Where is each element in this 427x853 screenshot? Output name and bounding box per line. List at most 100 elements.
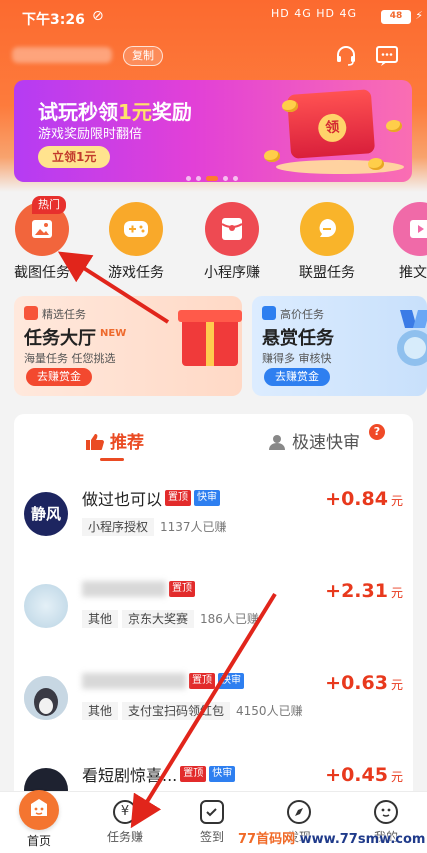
- tab-task-earn[interactable]: ¥ 任务赚: [90, 796, 160, 845]
- task-row[interactable]: 置顶 其他 京东大奖赛 186人已赚 +2.31 元: [14, 564, 413, 652]
- task-name: 置顶: [82, 578, 195, 598]
- play-icon: [393, 202, 427, 256]
- task-name: 看短剧惊喜... 置顶 快审: [82, 762, 236, 786]
- gamepad-icon: [109, 202, 163, 256]
- coin-decoration: [282, 100, 298, 112]
- chat-bubble-icon: [300, 202, 354, 256]
- envelope-seal: 领: [317, 112, 348, 143]
- task-reward: +0.84 元: [325, 488, 403, 510]
- pagination-dot: [196, 176, 201, 181]
- category-label: 游戏任务: [108, 265, 164, 281]
- pagination-dot: [186, 176, 191, 181]
- pagination-dot-active: [206, 176, 218, 181]
- pinned-badge: 置顶: [180, 766, 207, 782]
- earn-reward-button[interactable]: 去赚赏金: [26, 368, 92, 386]
- pagination-dot: [223, 176, 228, 181]
- banner-stage-decoration: [276, 160, 404, 174]
- avatar: [24, 584, 68, 628]
- status-time: 下午3:26: [22, 12, 85, 28]
- category-label: 推文任: [399, 265, 427, 281]
- task-reward: +2.31 元: [325, 580, 403, 602]
- tab-label: 首页: [26, 834, 51, 848]
- category-nav: 热门 截图任务 游戏任务 小程序赚 联盟任务 推文任: [0, 196, 427, 288]
- help-icon[interactable]: ?: [369, 424, 385, 440]
- medal-illustration: [397, 310, 427, 366]
- copy-button[interactable]: 复制: [123, 46, 163, 66]
- category-alliance-task[interactable]: 联盟任务: [287, 198, 367, 282]
- blurred-task-name: [82, 672, 186, 689]
- category-label: 小程序赚: [204, 265, 260, 281]
- banner-title: 试玩秒领1元奖励: [38, 100, 192, 124]
- fast-review-badge: 快审: [218, 672, 244, 689]
- task-tag: 支付宝扫码领红包: [122, 702, 231, 720]
- category-label: 联盟任务: [299, 265, 355, 281]
- earn-reward-button[interactable]: 去赚赏金: [264, 368, 330, 386]
- user-id-blurred: [12, 47, 112, 63]
- user-icon: [269, 435, 285, 450]
- task-category: 小程序授权: [82, 518, 155, 536]
- task-meta: 其他 支付宝扫码领红包 4150人已赚: [82, 702, 303, 720]
- tab-recommend[interactable]: 推荐: [86, 428, 144, 453]
- watermark: 77首码网 www.77smw.com: [238, 832, 426, 847]
- smiley-icon: [374, 800, 398, 824]
- network-signal: HD 4G HD 4G: [270, 7, 357, 20]
- avatar: 静风: [24, 492, 68, 536]
- message-icon[interactable]: [374, 44, 400, 68]
- task-category: 其他: [82, 702, 119, 720]
- task-reward: +0.45 元: [325, 764, 403, 786]
- tab-home[interactable]: 首页: [4, 790, 74, 849]
- pagination-dot: [233, 176, 238, 181]
- coin-decoration: [368, 158, 384, 170]
- task-tag: 京东大奖赛: [122, 610, 195, 628]
- calendar-check-icon: [200, 800, 224, 824]
- thumbs-up-icon: [86, 434, 104, 450]
- task-hall-card[interactable]: 精选任务 任务大厅 NEW 海量任务 任您挑选 去赚赏金: [14, 296, 242, 396]
- category-game-task[interactable]: 游戏任务: [96, 198, 176, 282]
- pinned-badge: 置顶: [165, 490, 192, 506]
- user-row: 复制: [0, 38, 427, 74]
- card-subtitle: 赚得多 审核快: [262, 352, 332, 365]
- pinned-badge: 置顶: [169, 580, 195, 597]
- tab-check-in[interactable]: 签到: [177, 796, 247, 845]
- fast-review-badge: 快审: [194, 490, 221, 506]
- earned-count: 1137人已赚: [160, 520, 227, 534]
- pinned-badge: 置顶: [189, 672, 215, 689]
- battery-icon: 48: [381, 10, 411, 24]
- category-screenshot-task[interactable]: 热门 截图任务: [2, 196, 82, 282]
- task-tabs: 推荐 极速快审 ?: [14, 414, 413, 464]
- home-face-icon: [19, 790, 59, 830]
- banner-subtitle: 游戏奖励限时翻倍: [38, 127, 143, 142]
- banner-claim-button[interactable]: 立领1元: [38, 146, 111, 168]
- coin-decoration: [386, 120, 402, 132]
- task-meta: 小程序授权 1137人已赚: [82, 518, 227, 536]
- blurred-task-name: [82, 580, 166, 597]
- card-tag: 高价任务: [262, 306, 324, 322]
- task-row[interactable]: 静风 做过也可以 置顶 快审 小程序授权 1137人已赚 +0.84 元: [14, 472, 413, 560]
- tab-label: 签到: [199, 830, 224, 844]
- avatar-text: 静风: [30, 505, 61, 523]
- fast-review-badge: 快审: [209, 766, 236, 782]
- hot-badge: 热门: [32, 196, 66, 214]
- category-article-task[interactable]: 推文任: [380, 198, 427, 282]
- status-bar: 下午3:26 ⊘ HD 4G HD 4G 48 ⚡: [0, 0, 427, 34]
- earned-count: 186人已赚: [200, 612, 259, 626]
- coin-decoration: [264, 150, 280, 162]
- do-not-disturb-icon: ⊘: [92, 8, 104, 24]
- card-tag: 精选任务: [24, 306, 86, 322]
- banner-pagination: [186, 166, 243, 181]
- task-reward: +0.63 元: [325, 672, 403, 694]
- compass-icon: [287, 800, 311, 824]
- earned-count: 4150人已赚: [236, 704, 303, 718]
- task-category: 其他: [82, 610, 119, 628]
- tab-fast-review[interactable]: 极速快审: [268, 428, 360, 453]
- charging-icon: ⚡: [415, 9, 423, 22]
- red-envelope-illustration: 领: [286, 89, 376, 159]
- card-subtitle: 海量任务 任您挑选: [24, 352, 116, 365]
- bounty-task-card[interactable]: 高价任务 悬赏任务 赚得多 审核快 去赚赏金: [252, 296, 427, 396]
- customer-service-icon[interactable]: [333, 44, 359, 68]
- feature-cards: 精选任务 任务大厅 NEW 海量任务 任您挑选 去赚赏金 高价任务 悬赏任务 赚得…: [0, 296, 427, 400]
- task-row[interactable]: 置顶 快审 其他 支付宝扫码领红包 4150人已赚 +0.63 元: [14, 656, 413, 744]
- category-mini-program[interactable]: 小程序赚: [192, 198, 272, 282]
- avatar: [24, 676, 68, 720]
- task-name: 置顶 快审: [82, 670, 244, 690]
